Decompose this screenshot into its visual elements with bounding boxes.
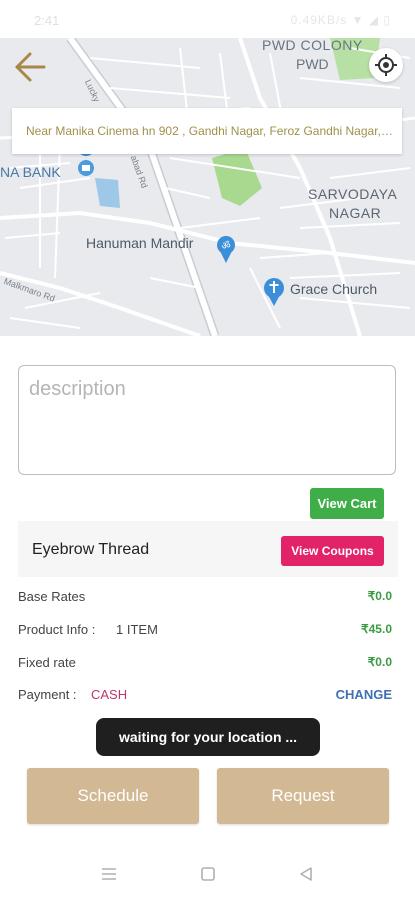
view-coupons-button[interactable]: View Coupons — [281, 536, 384, 566]
map-label-pwd: PWD — [296, 56, 329, 72]
back-button[interactable] — [12, 50, 48, 84]
map-label-bank: NA BANK — [0, 164, 61, 180]
status-bar: 2:41 0.49KB/s ▼ ◢ ▯ — [0, 0, 415, 38]
location-toast: waiting for your location ... — [96, 718, 320, 756]
base-rates-value: ₹0.0 — [367, 589, 392, 603]
change-payment-link[interactable]: CHANGE — [336, 687, 392, 702]
product-info-row: Product Info : 1 ITEM ₹45.0 — [18, 622, 392, 642]
address-bar[interactable]: Near Manika Cinema hn 902 , Gandhi Nagar… — [12, 108, 402, 154]
locate-me-button[interactable] — [369, 48, 403, 82]
payment-method: CASH — [91, 687, 128, 702]
map-label-pwd-colony: PWD COLONY — [262, 38, 363, 53]
service-card: Eyebrow Thread View Coupons — [18, 521, 398, 577]
request-button[interactable]: Request — [217, 768, 389, 824]
address-text: Near Manika Cinema hn 902 , Gandhi Nagar… — [26, 124, 396, 138]
crosshair-icon — [375, 54, 397, 76]
product-info-value: ₹45.0 — [361, 622, 392, 636]
map-label-nagar: NAGAR — [329, 205, 382, 221]
payment-row: Payment : CASH CHANGE — [18, 687, 392, 707]
product-info-items: 1 ITEM — [116, 622, 158, 637]
map-label-grace-church: Grace Church — [290, 281, 378, 297]
arrow-left-icon — [15, 52, 46, 82]
map-view[interactable]: ॐ PWD COLONY PWD NA BANK SARVODAYA NAGAR… — [0, 38, 415, 336]
service-name: Eyebrow Thread — [32, 541, 150, 558]
fixed-rate-row: Fixed rate ₹0.0 — [18, 655, 392, 675]
base-rates-label: Base Rates — [18, 589, 86, 604]
product-info-label: Product Info : — [18, 622, 96, 637]
status-time: 2:41 — [34, 13, 60, 28]
description-input[interactable] — [18, 365, 396, 475]
payment-label: Payment : — [18, 687, 77, 702]
view-cart-button[interactable]: View Cart — [310, 488, 384, 519]
square-icon[interactable] — [200, 866, 216, 882]
system-nav-bar — [0, 846, 415, 900]
schedule-button[interactable]: Schedule — [27, 768, 199, 824]
status-indicators: 0.49KB/s ▼ ◢ ▯ — [290, 13, 391, 27]
fixed-rate-label: Fixed rate — [18, 655, 76, 670]
svg-text:ॐ: ॐ — [221, 240, 230, 252]
map-label-sarvodaya: SARVODAYA — [308, 186, 398, 202]
map-label-hanuman-mandir: Hanuman Mandir — [86, 235, 194, 251]
fixed-rate-value: ₹0.0 — [367, 655, 392, 669]
base-rates-row: Base Rates ₹0.0 — [18, 589, 392, 609]
triangle-back-icon[interactable] — [298, 866, 314, 882]
menu-icon[interactable] — [101, 866, 117, 882]
